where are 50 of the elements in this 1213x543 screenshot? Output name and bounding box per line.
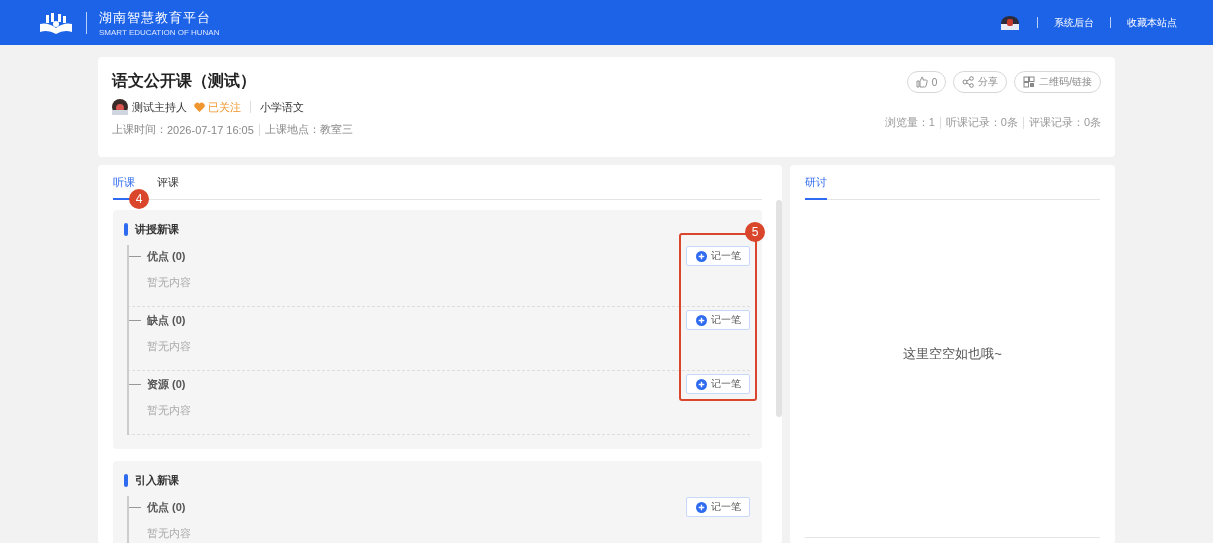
plus-circle-icon — [695, 378, 707, 390]
tab[interactable]: 评课 — [157, 165, 189, 198]
header-link[interactable]: 系统后台 — [1054, 15, 1094, 30]
lesson-title: 语文公开课（测试） — [112, 71, 257, 91]
add-note-button[interactable]: 记一笔 — [686, 374, 750, 394]
place-value: 教室三 — [319, 122, 353, 137]
item-label: 资源 (0) — [147, 376, 187, 392]
share-icon — [962, 76, 975, 88]
add-note-button[interactable]: 记一笔 — [686, 310, 750, 330]
qr-code-icon — [1023, 76, 1036, 88]
host-name: 测试主持人 — [132, 99, 187, 115]
time-label: 上课时间： — [112, 122, 167, 137]
user-avatar-icon — [1001, 15, 1019, 30]
accent-bar — [124, 223, 128, 236]
subject-label: 小学语文 — [260, 99, 304, 115]
share-button[interactable]: 分享 — [953, 71, 1008, 93]
empty-text: 暂无内容 — [147, 526, 192, 541]
scrollbar-thumb[interactable] — [776, 200, 782, 417]
item-label: 优点 (0) — [147, 248, 187, 264]
empty-message: 这里空空如也哦~ — [903, 344, 1002, 363]
header-link[interactable]: 收藏本站点 — [1127, 15, 1177, 30]
tab[interactable]: 研讨 — [805, 165, 827, 200]
plus-circle-icon — [695, 250, 707, 262]
accent-bar — [124, 474, 128, 487]
annotation-badge: 5 — [745, 222, 765, 242]
time-value: 2026-07-17 16:05 — [167, 123, 254, 136]
thumbs-up-icon — [915, 76, 928, 88]
add-note-button[interactable]: 记一笔 — [686, 497, 750, 517]
stat-text: 评课记录：0条 — [1028, 115, 1101, 130]
section-title: 引入新课 — [135, 473, 179, 488]
place-label: 上课地点： — [264, 122, 320, 137]
section-title: 讲授新课 — [135, 222, 179, 237]
stat-text: 听课记录：0条 — [945, 115, 1018, 130]
book-logo-icon — [38, 11, 74, 34]
add-note-button[interactable]: 记一笔 — [686, 246, 750, 266]
avatar-icon — [112, 99, 128, 115]
qr-link-button[interactable]: 二维码/链接 — [1014, 71, 1101, 93]
stat-text: 浏览量：1 — [884, 115, 935, 130]
empty-text: 暂无内容 — [147, 403, 192, 418]
plus-circle-icon — [695, 314, 707, 326]
plus-circle-icon — [695, 501, 707, 513]
item-label: 缺点 (0) — [147, 312, 187, 328]
platform-subtitle: SMART EDUCATION OF HUNAN — [99, 27, 220, 37]
like-button[interactable]: 0 — [906, 71, 947, 93]
item-label: 优点 (0) — [147, 499, 187, 515]
empty-text: 暂无内容 — [147, 339, 192, 354]
annotation-badge: 4 — [129, 189, 149, 209]
empty-text: 暂无内容 — [147, 275, 192, 290]
platform-title: 湖南智慧教育平台 — [99, 8, 212, 27]
heart-icon — [194, 102, 205, 112]
